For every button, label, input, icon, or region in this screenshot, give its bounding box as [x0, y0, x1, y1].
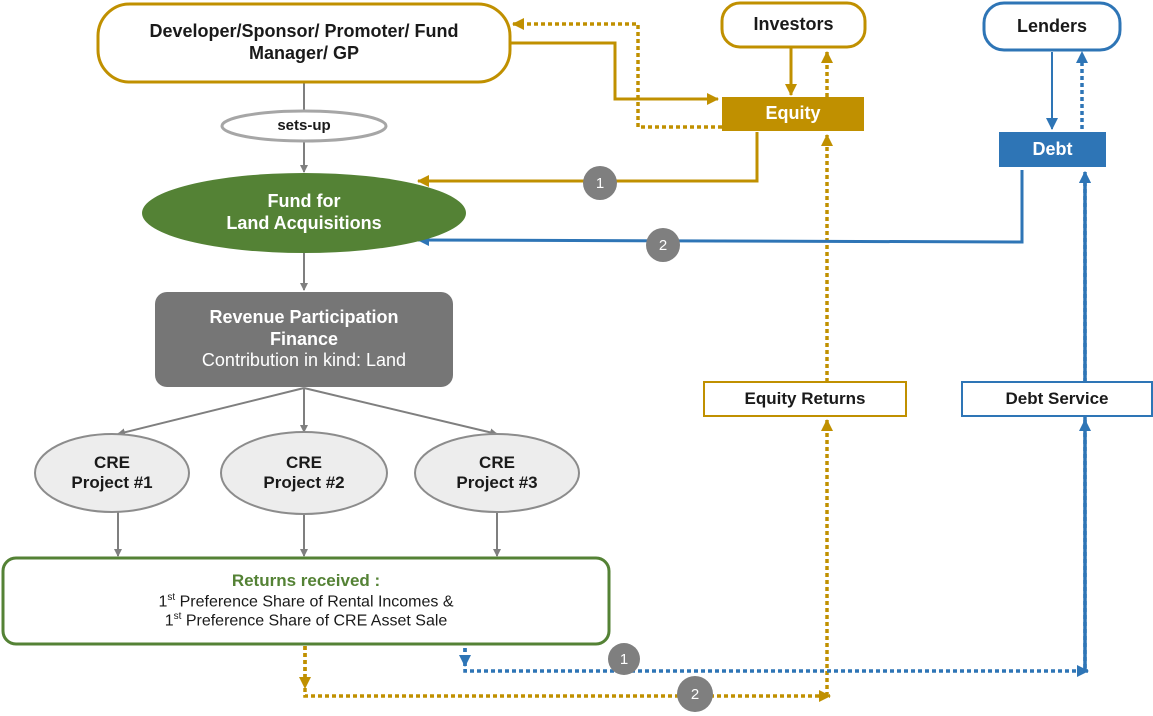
project-1-node: CRE Project #1: [35, 434, 189, 512]
equity-returns-node: Equity Returns: [704, 382, 906, 416]
project-1-line2: Project #1: [71, 473, 153, 492]
step-badge-label: 1: [595, 174, 605, 192]
step-badge-label: 1: [619, 650, 629, 668]
equity-returns-label: Equity Returns: [744, 388, 866, 408]
developer-label-line2: Manager/ GP: [248, 43, 360, 63]
debt-solid-connectors: [417, 52, 1058, 247]
debt-service-node: Debt Service: [962, 382, 1152, 416]
lenders-node: Lenders: [984, 3, 1120, 50]
rpf-label-line2: Finance: [269, 328, 339, 349]
rpf-node: Revenue Participation Finance Contributi…: [155, 292, 453, 387]
rpf-label-line3: Contribution in kind: Land: [201, 350, 407, 371]
investors-label: Investors: [753, 14, 834, 35]
step-badge-debt-inflow: 2: [646, 228, 680, 262]
step-badge-label: 2: [658, 236, 668, 254]
returns-line1: 1st Preference Share of Rental Incomes &: [158, 592, 453, 612]
project-2-line2: Project #2: [263, 473, 345, 492]
project-3-line1: CRE: [479, 452, 515, 472]
project-2-node: CRE Project #2: [221, 432, 387, 514]
project-3-node: CRE Project #3: [415, 434, 579, 512]
returns-title: Returns received :: [231, 571, 381, 591]
sets-up-node: sets-up: [222, 111, 386, 141]
fund-label-line1: Fund for: [267, 191, 341, 212]
project-1-line1: CRE: [94, 452, 130, 472]
returns-line1-sup: st: [167, 591, 176, 603]
returns-line2: 1st Preference Share of CRE Asset Sale: [165, 611, 448, 631]
project-3-line2: Project #3: [456, 473, 538, 492]
sets-up-label: sets-up: [277, 117, 331, 134]
step-badge-equity-inflow: 1: [583, 166, 617, 200]
returns-node: Returns received : 1st Preference Share …: [3, 558, 609, 644]
fund-node: Fund for Land Acquisitions: [142, 173, 466, 253]
returns-line2-num: 1: [164, 612, 174, 630]
debt-service-label: Debt Service: [1005, 388, 1109, 408]
rpf-label-line1: Revenue Participation: [209, 307, 399, 328]
debt-node: Debt: [999, 132, 1106, 167]
returns-line2-text: Preference Share of CRE Asset Sale: [181, 612, 448, 630]
fund-label-line2: Land Acquisitions: [226, 213, 382, 233]
project-2-line1: CRE: [286, 452, 322, 472]
equity-label: Equity: [765, 103, 821, 124]
lenders-label: Lenders: [1016, 15, 1088, 36]
equity-node: Equity: [722, 97, 864, 131]
step-badge-label: 2: [690, 685, 700, 703]
step-badge-equity-outflow: 2: [677, 676, 713, 712]
investors-node: Investors: [722, 3, 865, 47]
developer-node: Developer/Sponsor/ Promoter/ Fund Manage…: [98, 4, 510, 82]
developer-label-line1: Developer/Sponsor/ Promoter/ Fund: [149, 21, 459, 42]
debt-label: Debt: [1032, 138, 1073, 159]
returns-line1-text: Preference Share of Rental Incomes &: [175, 593, 454, 610]
step-badge-debt-outflow: 1: [608, 643, 640, 675]
